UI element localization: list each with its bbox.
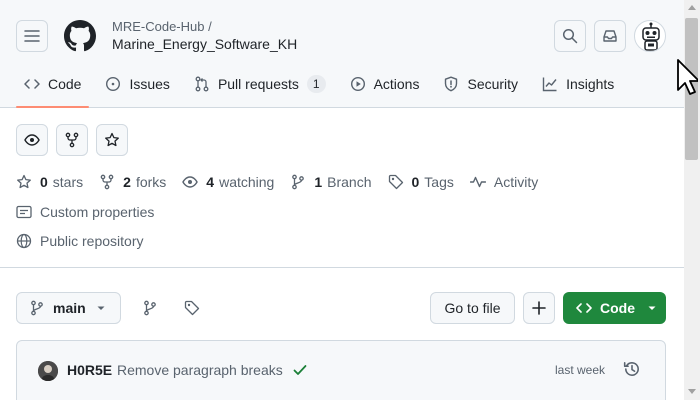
commit-time[interactable]: last week — [555, 363, 605, 377]
menu-button[interactable] — [16, 20, 48, 52]
stars-link[interactable]: 0 stars — [16, 174, 83, 190]
branch-selector[interactable]: main — [16, 292, 121, 324]
activity-link[interactable]: Activity — [469, 174, 539, 190]
star-icon — [17, 174, 31, 189]
tab-code[interactable]: Code — [16, 62, 90, 108]
globe-icon — [16, 233, 32, 249]
github-logo[interactable] — [64, 20, 96, 52]
user-avatar[interactable] — [634, 20, 666, 52]
graph-icon — [542, 77, 557, 92]
star-button[interactable] — [96, 124, 128, 156]
latest-commit-box: H0R5E Remove paragraph breaks last week — [16, 340, 666, 400]
tab-label: Actions — [373, 76, 420, 92]
play-icon — [350, 76, 365, 92]
tab-label: Insights — [566, 76, 615, 92]
mouse-cursor-icon — [677, 59, 698, 95]
watching-count: 4 — [206, 174, 215, 190]
stars-count: 0 — [40, 174, 48, 190]
commit-author-link[interactable]: H0R5E — [67, 362, 112, 378]
add-file-button[interactable] — [523, 292, 555, 324]
tab-issues[interactable]: Issues — [97, 62, 177, 106]
eye-icon — [182, 176, 199, 188]
inbox-button[interactable] — [594, 20, 626, 52]
eye-icon — [24, 134, 40, 146]
tag-icon — [184, 300, 200, 316]
tab-pull-requests[interactable]: Pull requests 1 — [186, 62, 334, 106]
scroll-up-arrow-icon[interactable] — [688, 4, 696, 10]
tab-label: Security — [467, 76, 519, 92]
scroll-down-arrow-icon[interactable] — [688, 389, 696, 395]
pull-request-count-badge: 1 — [306, 75, 326, 93]
commit-message-link[interactable]: Remove paragraph breaks — [117, 362, 283, 378]
tag-icon — [388, 174, 403, 190]
tags-count: 0 — [411, 174, 420, 190]
activity-label: Activity — [493, 174, 539, 190]
tags-button[interactable] — [176, 292, 208, 324]
repo-owner-link[interactable]: MRE-Code-Hub / — [112, 19, 212, 34]
tags-link[interactable]: 0 Tags — [388, 174, 454, 190]
watch-button[interactable] — [16, 124, 48, 156]
tab-actions[interactable]: Actions — [342, 62, 428, 106]
history-button[interactable] — [623, 360, 641, 383]
branch-icon — [292, 174, 305, 190]
code-icon — [576, 303, 592, 313]
tab-insights[interactable]: Insights — [534, 62, 622, 106]
tab-label: Issues — [129, 76, 170, 92]
section-divider — [0, 267, 684, 268]
branch-icon — [31, 300, 43, 316]
forks-count: 2 — [123, 174, 131, 190]
github-icon — [64, 20, 96, 52]
tab-security[interactable]: Security — [435, 62, 526, 106]
repo-header: MRE-Code-Hub / Marine_Energy_Software_KH… — [0, 0, 684, 108]
visibility-label: Public repository — [16, 233, 144, 249]
caret-down-icon — [97, 306, 105, 310]
custom-properties-link[interactable]: Custom properties — [16, 204, 154, 220]
caret-down-icon — [648, 306, 656, 310]
fork-icon — [100, 174, 114, 190]
tab-label: Pull requests — [217, 76, 299, 92]
pull-request-icon — [195, 76, 209, 92]
custom-properties-label: Custom properties — [40, 204, 155, 220]
forks-label: forks — [135, 174, 167, 190]
avatar-image-icon — [38, 361, 58, 381]
watching-label: watching — [219, 174, 275, 190]
star-icon — [105, 132, 119, 147]
visibility-text: Public repository — [40, 233, 144, 249]
tab-label: Code — [48, 76, 82, 92]
issue-icon — [106, 76, 121, 92]
fork-button[interactable] — [56, 124, 88, 156]
note-icon — [16, 205, 32, 219]
shield-icon — [445, 76, 458, 92]
hamburger-icon — [24, 30, 40, 42]
tags-label: Tags — [424, 174, 454, 190]
stars-label: stars — [52, 174, 84, 190]
repo-name-link[interactable]: Marine_Energy_Software_KH — [112, 36, 297, 52]
branches-link[interactable]: 1 Branch — [290, 174, 372, 190]
code-icon — [24, 79, 40, 89]
branches-button[interactable] — [134, 292, 166, 324]
branch-count: 1 — [314, 174, 323, 190]
branch-icon — [144, 300, 156, 316]
repo-tabs: Code Issues Pull requests 1 Actions Secu… — [16, 62, 630, 108]
branch-name: main — [53, 300, 86, 316]
author-avatar[interactable] — [38, 361, 58, 381]
check-icon — [293, 365, 307, 375]
branch-label: Branch — [327, 174, 372, 190]
go-to-file-button[interactable]: Go to file — [430, 292, 515, 324]
forks-link[interactable]: 2 forks — [99, 174, 166, 190]
watching-link[interactable]: 4 watching — [182, 174, 274, 190]
history-icon — [623, 362, 639, 376]
plus-icon — [532, 301, 546, 315]
fork-icon — [65, 132, 79, 148]
search-icon — [562, 28, 578, 44]
commit-status[interactable] — [292, 362, 308, 383]
code-button-label: Code — [600, 300, 635, 316]
search-button[interactable] — [554, 20, 586, 52]
robot-avatar-icon — [642, 22, 660, 51]
pulse-icon — [469, 176, 486, 188]
code-dropdown-button[interactable]: Code — [563, 292, 666, 324]
repo-stats: 0 stars 2 forks 4 watching 1 Branch 0 Tags Ac… — [16, 174, 554, 190]
inbox-icon — [603, 30, 617, 42]
